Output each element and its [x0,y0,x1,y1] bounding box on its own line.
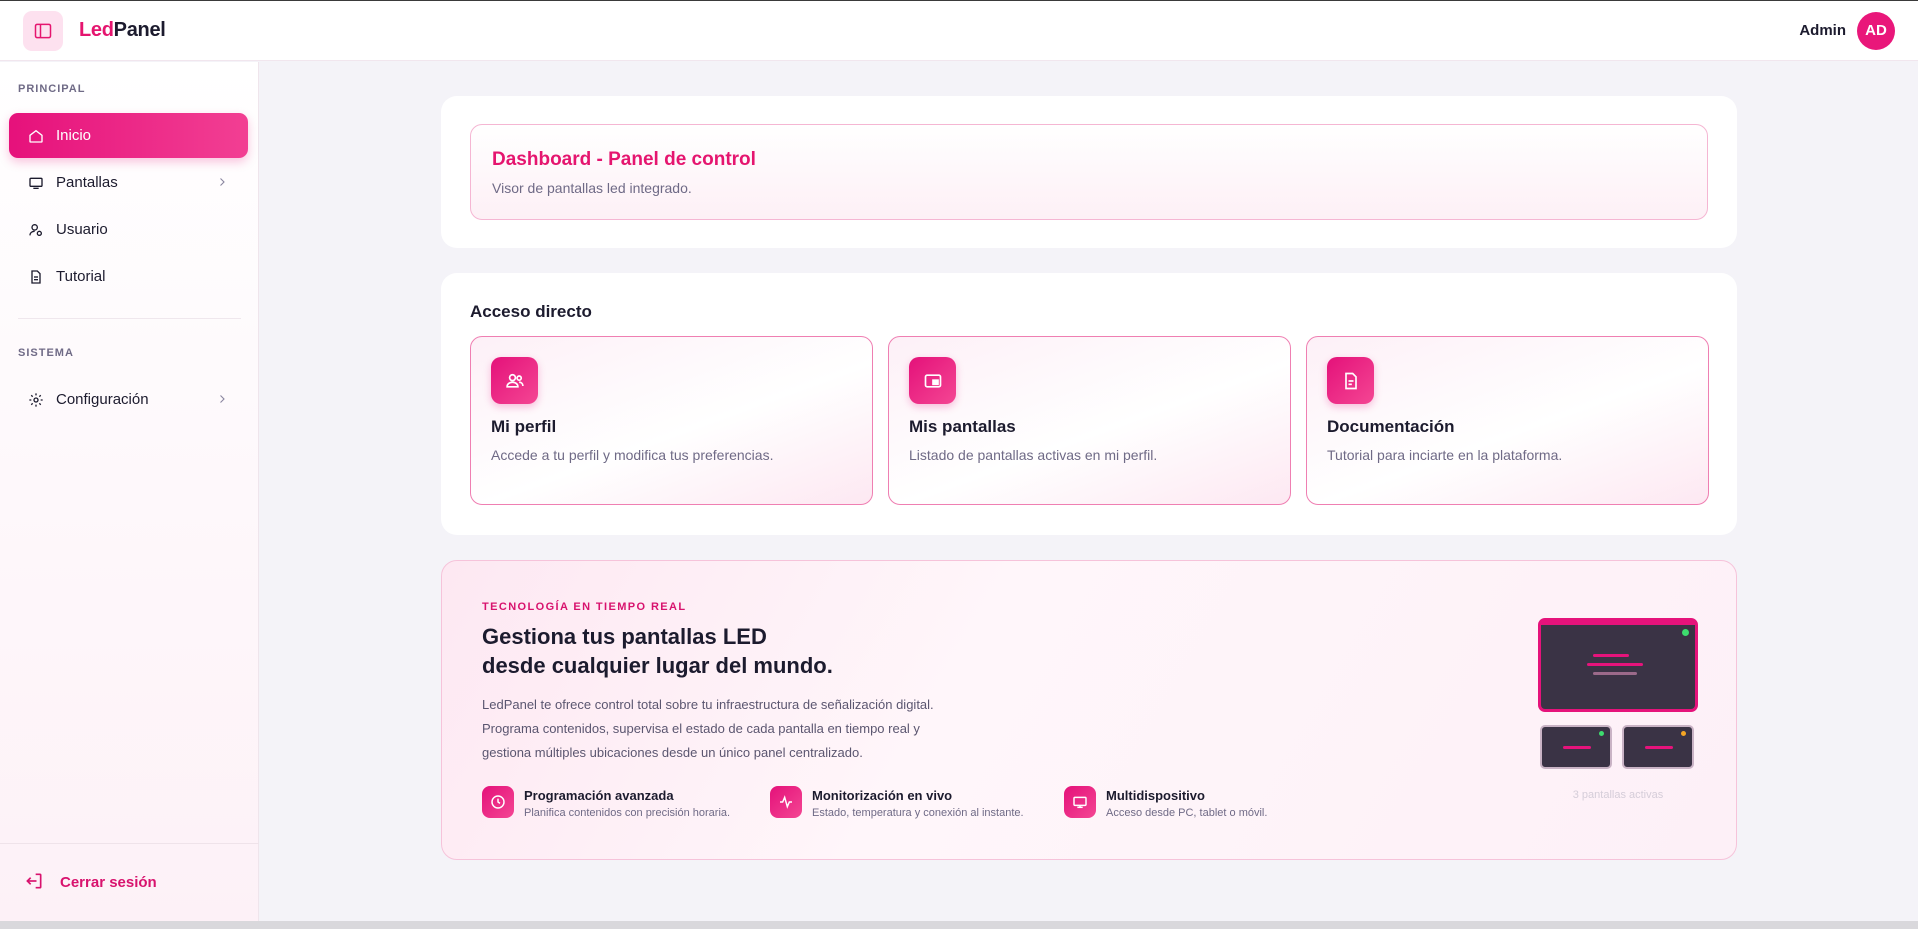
sidebar-item-label: Inicio [56,127,92,144]
sidebar-item-label: Tutorial [56,268,106,285]
promo-headline-line: Gestiona tus pantallas LED [482,624,767,649]
section-label-sistema: SISTEMA [18,347,74,359]
document-icon [28,269,44,285]
tile-documentacion[interactable]: Documentación Tutorial para inciarte en … [1306,336,1709,505]
section-label-principal: PRINCIPAL [18,83,86,95]
user-menu[interactable]: Admin AD [1799,11,1895,50]
sidebar-item-configuracion[interactable]: Configuración [9,377,248,422]
sidebar-icon [34,23,52,38]
screen-accent-line [1541,621,1695,625]
feature-title: Monitorización en vivo [812,788,953,803]
screen-content-bar [1593,672,1637,675]
sidebar-item-pantallas[interactable]: Pantallas [9,160,248,205]
screen-content-bar [1645,746,1673,749]
user-name: Admin [1799,22,1846,39]
sidebar-item-usuario[interactable]: Usuario [9,207,248,252]
feature-monitorizacion: Monitorización en vivo Estado, temperatu… [770,786,1024,819]
users-icon [491,357,538,404]
monitor-icon [1064,786,1096,818]
page-subtitle: Visor de pantallas led integrado. [492,180,692,196]
chevron-right-icon [216,392,228,409]
feature-desc: Acceso desde PC, tablet o móvil. [1106,807,1268,819]
top-bar: LedPanel Admin AD [0,0,1918,61]
dashboard-hero: Dashboard - Panel de control Visor de pa… [470,124,1708,220]
divider [18,318,241,319]
screens-caption: 3 pantallas activas [1572,789,1664,801]
feature-title: Programación avanzada [524,788,674,803]
logout-icon [24,871,44,895]
tile-title: Mis pantallas [909,417,1016,436]
logo-part-led: Led [79,19,114,41]
picture-in-picture-icon [909,357,956,404]
promo-eyebrow: TECNOLOGÍA EN TIEMPO REAL [482,601,687,613]
activity-icon [770,786,802,818]
feature-multidispositivo: Multidispositivo Acceso desde PC, tablet… [1064,786,1267,819]
file-text-icon [1327,357,1374,404]
gear-icon [28,392,44,408]
promo-desc-line: LedPanel te ofrece control total sobre t… [482,697,934,712]
section-title: Acceso directo [470,302,592,321]
home-icon [28,128,44,144]
logout-button[interactable]: Cerrar sesión [0,843,259,921]
tile-mis-pantallas[interactable]: Mis pantallas Listado de pantallas activ… [888,336,1291,505]
logout-label: Cerrar sesión [60,874,157,891]
user-gear-icon [28,222,44,238]
app-logo[interactable]: LedPanel [79,19,166,42]
promo-desc-line: Programa contenidos, supervisa el estado… [482,721,920,736]
feature-title: Multidispositivo [1106,788,1205,803]
tile-description: Tutorial para inciarte en la plataforma. [1327,447,1563,463]
feature-desc: Planifica contenidos con precisión horar… [524,807,731,819]
tile-title: Mi perfil [491,417,557,436]
sidebar-item-label: Configuración [56,391,149,408]
quick-access-card: Acceso directo Mi perfil Accede a tu per… [441,273,1737,535]
promo-banner: TECNOLOGÍA EN TIEMPO REAL Gestiona tus p… [441,560,1737,860]
screen-illustration-main [1538,618,1698,712]
screen-content-bar [1593,654,1629,657]
promo-headline-line: desde cualquier lugar del mundo. [482,653,833,678]
status-dot-online [1682,629,1689,636]
screen-content-bar [1563,746,1591,749]
status-dot-warning [1681,731,1686,736]
sidebar-toggle-button[interactable] [23,10,63,51]
monitor-icon [28,175,44,191]
brand: LedPanel [23,10,166,51]
sidebar: PRINCIPAL Inicio Pantallas Usuario Tutor… [0,62,259,921]
feature-programacion: Programación avanzada Planifica contenid… [482,786,730,819]
promo-headline: Gestiona tus pantallas LED desde cualqui… [482,622,833,680]
dashboard-header-card: Dashboard - Panel de control Visor de pa… [441,96,1737,248]
promo-description: LedPanel te ofrece control total sobre t… [482,693,1012,765]
tile-title: Documentación [1327,417,1455,436]
status-dot-online [1599,731,1604,736]
screen-illustration-small [1540,725,1612,769]
avatar[interactable]: AD [1857,11,1895,50]
screen-content-bar [1587,663,1643,666]
promo-desc-line: gestiona múltiples ubicaciones desde un … [482,745,863,760]
sidebar-item-tutorial[interactable]: Tutorial [9,254,248,299]
logo-part-panel: Panel [113,19,166,41]
chevron-right-icon [216,175,228,192]
sidebar-item-inicio[interactable]: Inicio [9,113,248,158]
sidebar-item-label: Usuario [56,221,108,238]
sidebar-item-label: Pantallas [56,174,118,191]
tile-description: Listado de pantallas activas en mi perfi… [909,447,1158,463]
clock-icon [482,786,514,818]
page-title: Dashboard - Panel de control [492,149,756,170]
horizontal-scrollbar[interactable] [0,921,1918,929]
feature-desc: Estado, temperatura y conexión al instan… [812,807,1024,819]
tile-mi-perfil[interactable]: Mi perfil Accede a tu perfil y modifica … [470,336,873,505]
tile-description: Accede a tu perfil y modifica tus prefer… [491,447,774,463]
screen-illustration-small [1622,725,1694,769]
